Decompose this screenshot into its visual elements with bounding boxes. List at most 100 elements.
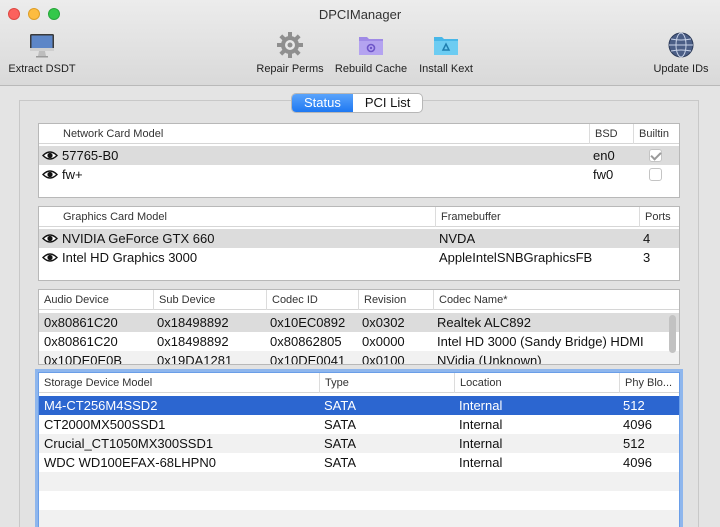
graphics-col-ports[interactable]: Ports [639,207,679,227]
eye-icon[interactable] [42,233,58,244]
audio-revision: 0x0000 [362,334,405,349]
storage-table: Storage Device Model Type Location Phy B… [38,372,680,527]
install-kext-label: Install Kext [419,63,473,75]
audio-scrollbar[interactable] [669,315,676,353]
storage-type: SATA [324,417,357,432]
storage-col-block-size[interactable]: Phy Blo... [619,373,679,393]
network-model: fw+ [62,167,83,182]
audio-table-header: Audio Device Sub Device Codec ID Revisio… [39,290,679,310]
network-table-header: Network Card Model BSD Builtin [39,124,679,144]
storage-location: Internal [459,417,503,432]
graphics-framebuffer: NVDA [439,231,476,246]
storage-block-size: 4096 [623,417,652,432]
audio-row[interactable]: 0x80861C20 0x18498892 0x10EC0892 0x0302 … [39,313,679,332]
audio-subdevice: 0x19DA1281 [157,353,233,365]
empty-row [39,510,679,527]
audio-col-codec-id[interactable]: Codec ID [266,290,358,310]
graphics-table: Graphics Card Model Framebuffer Ports NV… [38,206,680,281]
globe-icon [668,32,694,58]
graphics-ports: 4 [643,231,651,246]
storage-row[interactable]: CT2000MX500SSD1 SATA Internal 4096 [39,415,679,434]
update-ids-button[interactable]: Update IDs [650,30,712,75]
audio-codec-name: Realtek ALC892 [437,315,531,330]
audio-subdevice: 0x18498892 [157,334,229,349]
rebuild-cache-label: Rebuild Cache [334,63,408,75]
network-bsd: en0 [593,148,615,163]
empty-row [39,472,679,491]
audio-codec-name: Intel HD 3000 (Sandy Bridge) HDMI [437,334,644,349]
audio-codec-id: 0x10EC0892 [270,315,346,330]
storage-col-model[interactable]: Storage Device Model [39,373,319,393]
window-title: DPCIManager [318,7,402,22]
window-toolbar: DPCIManager Extract DSDT Repair Perms Re… [0,0,720,86]
blue-folder-icon [434,37,458,55]
extract-dsdt-button[interactable]: Extract DSDT [8,30,76,75]
network-row[interactable]: 57765-B0 en0 [39,146,679,165]
storage-model: Crucial_CT1050MX300SSD1 [44,436,214,451]
audio-col-subdevice[interactable]: Sub Device [153,290,266,310]
network-col-bsd[interactable]: BSD [589,124,633,144]
storage-location: Internal [459,398,503,413]
storage-block-size: 4096 [623,455,652,470]
graphics-framebuffer: AppleIntelSNBGraphicsFB [439,250,593,265]
rebuild-cache-button[interactable]: Rebuild Cache [333,30,409,75]
storage-row[interactable]: WDC WD100EFAX-68LHPN0 SATA Internal 4096 [39,453,679,472]
builtin-checkbox[interactable] [649,168,662,181]
audio-revision: 0x0302 [362,315,405,330]
audio-device: 0x80861C20 [44,315,118,330]
graphics-row[interactable]: Intel HD Graphics 3000 AppleIntelSNBGrap… [39,248,679,267]
storage-type: SATA [324,455,357,470]
storage-model: M4-CT256M4SSD2 [44,398,158,413]
extract-dsdt-label: Extract DSDT [8,63,76,75]
audio-device: 0x80861C20 [44,334,118,349]
graphics-model: NVIDIA GeForce GTX 660 [62,231,215,246]
storage-row[interactable]: Crucial_CT1050MX300SSD1 SATA Internal 51… [39,434,679,453]
purple-folder-icon [359,37,383,55]
storage-col-location[interactable]: Location [454,373,619,393]
audio-codec-id: 0x80862805 [270,334,342,349]
graphics-row[interactable]: NVIDIA GeForce GTX 660 NVDA 4 [39,229,679,248]
audio-subdevice: 0x18498892 [157,315,229,330]
audio-row[interactable]: 0x80861C20 0x18498892 0x80862805 0x0000 … [39,332,679,351]
eye-icon[interactable] [42,150,58,161]
network-row[interactable]: fw+ fw0 [39,165,679,184]
network-col-builtin[interactable]: Builtin [633,124,679,144]
graphics-col-model[interactable]: Graphics Card Model [58,207,435,227]
tab-pci-list[interactable]: PCI List [353,94,423,112]
storage-block-size: 512 [623,436,645,451]
graphics-model: Intel HD Graphics 3000 [62,250,198,265]
eye-icon[interactable] [42,252,58,263]
builtin-checkbox[interactable] [649,149,662,162]
storage-block-size: 512 [623,398,645,413]
storage-type: SATA [324,398,357,413]
tab-status[interactable]: Status [292,94,353,112]
storage-model: CT2000MX500SSD1 [44,417,166,432]
network-model: 57765-B0 [62,148,119,163]
audio-table: Audio Device Sub Device Codec ID Revisio… [38,289,680,365]
storage-table-header: Storage Device Model Type Location Phy B… [39,373,679,393]
graphics-col-framebuffer[interactable]: Framebuffer [435,207,639,227]
storage-col-type[interactable]: Type [319,373,454,393]
eye-icon[interactable] [42,169,58,180]
audio-col-revision[interactable]: Revision [358,290,433,310]
storage-location: Internal [459,436,503,451]
storage-row[interactable]: M4-CT256M4SSD2 SATA Internal 512 [39,396,679,415]
audio-device: 0x10DE0E0B [44,353,123,365]
audio-col-device[interactable]: Audio Device [39,290,153,310]
view-segmented-control: Status PCI List [292,94,423,112]
repair-perms-label: Repair Perms [256,63,324,75]
network-col-model[interactable]: Network Card Model [58,124,588,144]
audio-row[interactable]: 0x10DE0E0B 0x19DA1281 0x10DE0041 0x0100 … [39,351,679,365]
audio-col-codec-name[interactable]: Codec Name* [433,290,663,310]
gear-icon [277,32,303,58]
install-kext-button[interactable]: Install Kext [416,30,476,75]
repair-perms-button[interactable]: Repair Perms [254,30,326,75]
audio-revision: 0x0100 [362,353,405,365]
storage-location: Internal [459,455,503,470]
update-ids-label: Update IDs [653,63,709,75]
graphics-ports: 3 [643,250,651,265]
storage-model: WDC WD100EFAX-68LHPN0 [44,455,216,470]
network-bsd: fw0 [593,167,614,182]
imac-icon [30,34,54,58]
audio-codec-id: 0x10DE0041 [270,353,346,365]
